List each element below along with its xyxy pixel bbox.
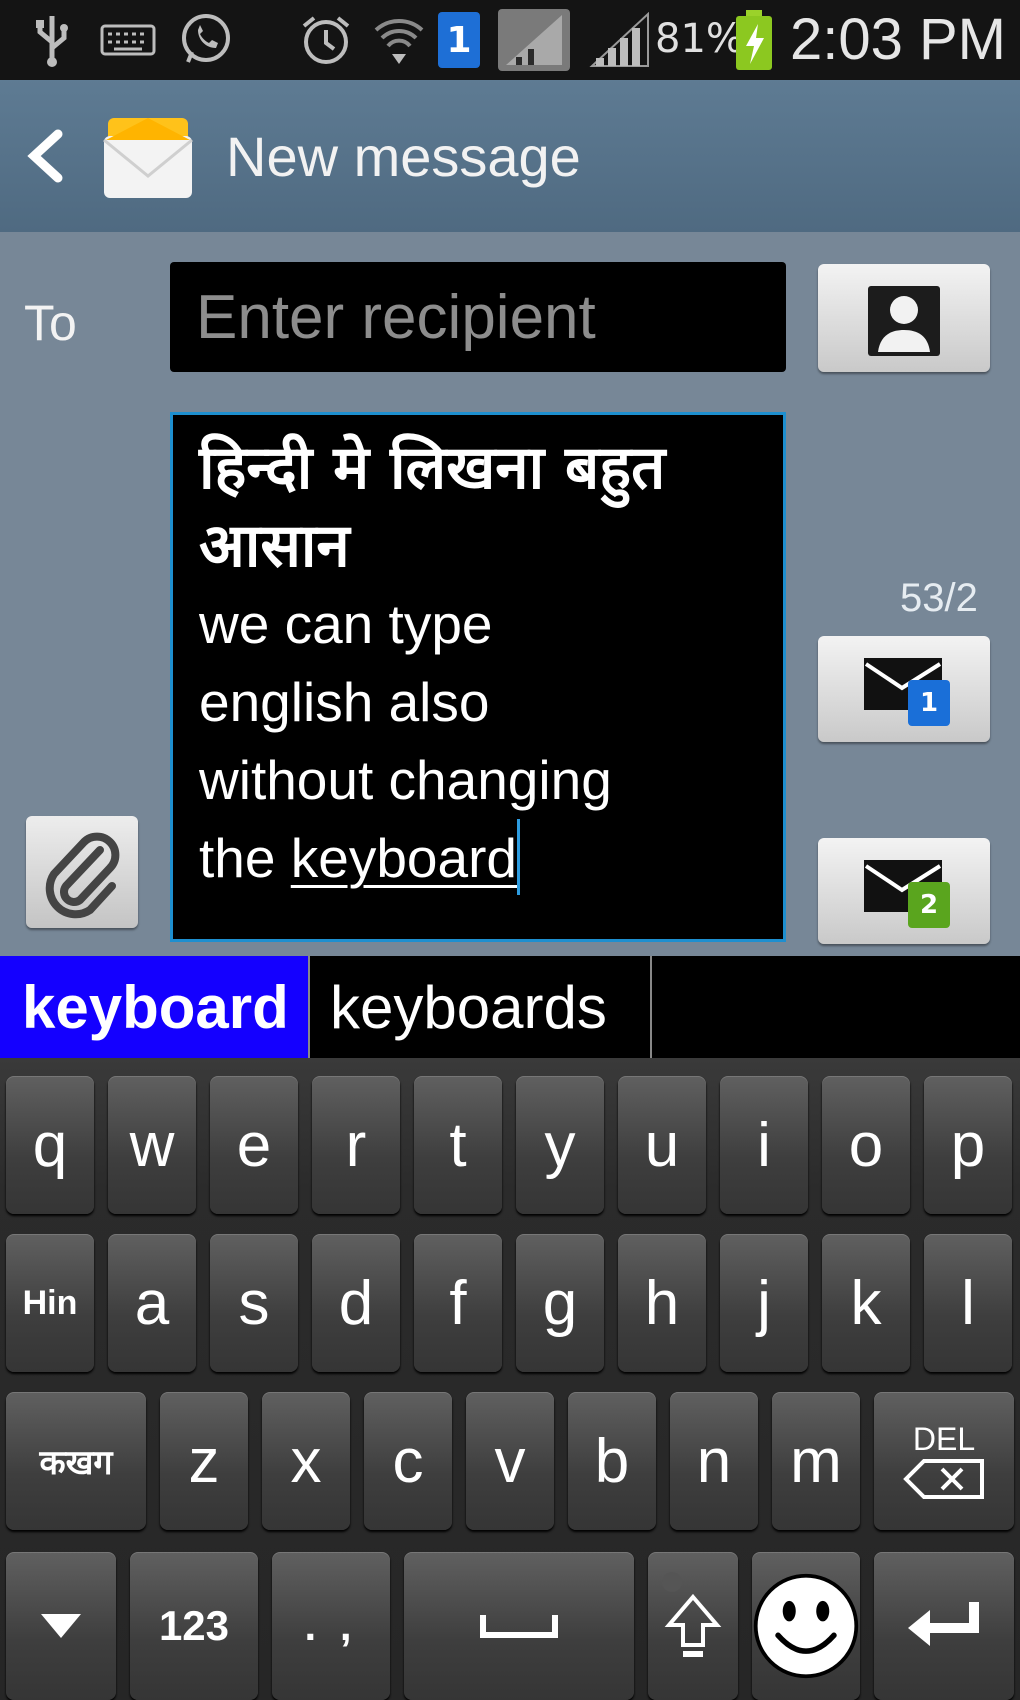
- key-x[interactable]: x: [262, 1392, 350, 1530]
- punctuation-key[interactable]: . ,: [272, 1552, 390, 1700]
- key-p[interactable]: p: [924, 1076, 1012, 1214]
- key-b[interactable]: b: [568, 1392, 656, 1530]
- wifi-icon: [372, 10, 426, 70]
- key-q[interactable]: q: [6, 1076, 94, 1214]
- attach-button[interactable]: [26, 816, 138, 928]
- message-input[interactable]: हिन्दी मे लिखना बहुत आसान we can type en…: [170, 412, 786, 942]
- key-c[interactable]: c: [364, 1392, 452, 1530]
- key-k[interactable]: k: [822, 1234, 910, 1372]
- contact-icon: [868, 286, 940, 356]
- key-l[interactable]: l: [924, 1234, 1012, 1372]
- contacts-button[interactable]: [818, 264, 990, 372]
- chevron-down-icon: [41, 1614, 81, 1638]
- keyboard: q w e r t y u i o p Hin a s d f g h j k …: [0, 1058, 1020, 1700]
- shift-arrow-icon: [664, 1593, 722, 1657]
- smiley-icon: [753, 1573, 859, 1679]
- signal-icon: [588, 10, 652, 70]
- space-key[interactable]: [404, 1552, 634, 1700]
- status-bar: 1 81% 2:03 PM: [0, 0, 1020, 80]
- message-line: without changing: [199, 749, 612, 811]
- key-d[interactable]: d: [312, 1234, 400, 1372]
- send-sim1-button[interactable]: 1: [818, 636, 990, 742]
- battery-percent: 81%: [655, 16, 744, 62]
- back-button[interactable]: [18, 120, 78, 192]
- key-j[interactable]: j: [720, 1234, 808, 1372]
- message-line: हिन्दी मे लिखना बहुत: [199, 433, 666, 503]
- send-sim2-button[interactable]: 2: [818, 838, 990, 944]
- sim-2-badge: 2: [908, 882, 950, 928]
- key-v[interactable]: v: [466, 1392, 554, 1530]
- clock: 2:03 PM: [790, 7, 1006, 72]
- text-cursor: [517, 819, 521, 895]
- whatsapp-icon: [176, 10, 236, 70]
- key-s[interactable]: s: [210, 1234, 298, 1372]
- alarm-icon: [296, 10, 356, 70]
- sim-1-icon: 1: [436, 10, 482, 70]
- shift-indicator: [662, 1572, 682, 1592]
- message-line: english also: [199, 671, 490, 733]
- suggestion-item[interactable]: keyboards: [308, 956, 652, 1058]
- key-hindi-script[interactable]: कखग: [6, 1392, 146, 1530]
- key-o[interactable]: o: [822, 1076, 910, 1214]
- key-u[interactable]: u: [618, 1076, 706, 1214]
- delete-key[interactable]: DEL: [874, 1392, 1014, 1530]
- key-n[interactable]: n: [670, 1392, 758, 1530]
- emoji-key[interactable]: [752, 1552, 860, 1700]
- paperclip-icon: [45, 832, 120, 919]
- key-y[interactable]: y: [516, 1076, 604, 1214]
- message-line: आसान: [199, 511, 350, 581]
- to-label: To: [24, 295, 77, 351]
- page-title: New message: [226, 125, 581, 188]
- action-bar: New message: [0, 80, 1020, 232]
- sim-1-badge: 1: [438, 12, 480, 68]
- compose-area: To Enter recipient हिन्दी मे लिखना बहुत …: [0, 232, 1020, 956]
- key-g[interactable]: g: [516, 1234, 604, 1372]
- usb-icon: [28, 10, 76, 70]
- key-w[interactable]: w: [108, 1076, 196, 1214]
- numbers-key[interactable]: 123: [130, 1552, 258, 1700]
- key-z[interactable]: z: [160, 1392, 248, 1530]
- sim-1-badge: 1: [908, 680, 950, 726]
- key-f[interactable]: f: [414, 1234, 502, 1372]
- composing-word: keyboard: [290, 827, 518, 889]
- battery-charging-icon: [734, 10, 774, 70]
- suggestion-bar: keyboard keyboards: [0, 956, 1020, 1058]
- key-a[interactable]: a: [108, 1234, 196, 1372]
- shift-key[interactable]: [648, 1552, 738, 1700]
- message-text: the: [199, 827, 291, 889]
- character-counter: 53/2: [900, 576, 978, 620]
- key-i[interactable]: i: [720, 1076, 808, 1214]
- recipient-input[interactable]: Enter recipient: [170, 262, 786, 372]
- message-line: the keyboard: [199, 819, 757, 897]
- delete-key-label: DEL: [912, 1421, 976, 1457]
- key-m[interactable]: m: [772, 1392, 860, 1530]
- key-r[interactable]: r: [312, 1076, 400, 1214]
- key-e[interactable]: e: [210, 1076, 298, 1214]
- key-language-hin[interactable]: Hin: [6, 1234, 94, 1372]
- enter-icon: [908, 1602, 979, 1646]
- space-bar-icon: [480, 1615, 558, 1638]
- hide-keyboard-key[interactable]: [6, 1552, 116, 1700]
- key-t[interactable]: t: [414, 1076, 502, 1214]
- chevron-left-icon: [27, 129, 63, 183]
- no-signal-icon: [496, 9, 572, 71]
- message-line: we can type: [199, 593, 493, 655]
- enter-key[interactable]: [874, 1552, 1014, 1700]
- envelope-icon: [100, 110, 196, 202]
- backspace-icon: [903, 1459, 984, 1499]
- keyboard-icon: [98, 10, 158, 70]
- suggestion-item[interactable]: keyboard: [0, 956, 308, 1058]
- key-h[interactable]: h: [618, 1234, 706, 1372]
